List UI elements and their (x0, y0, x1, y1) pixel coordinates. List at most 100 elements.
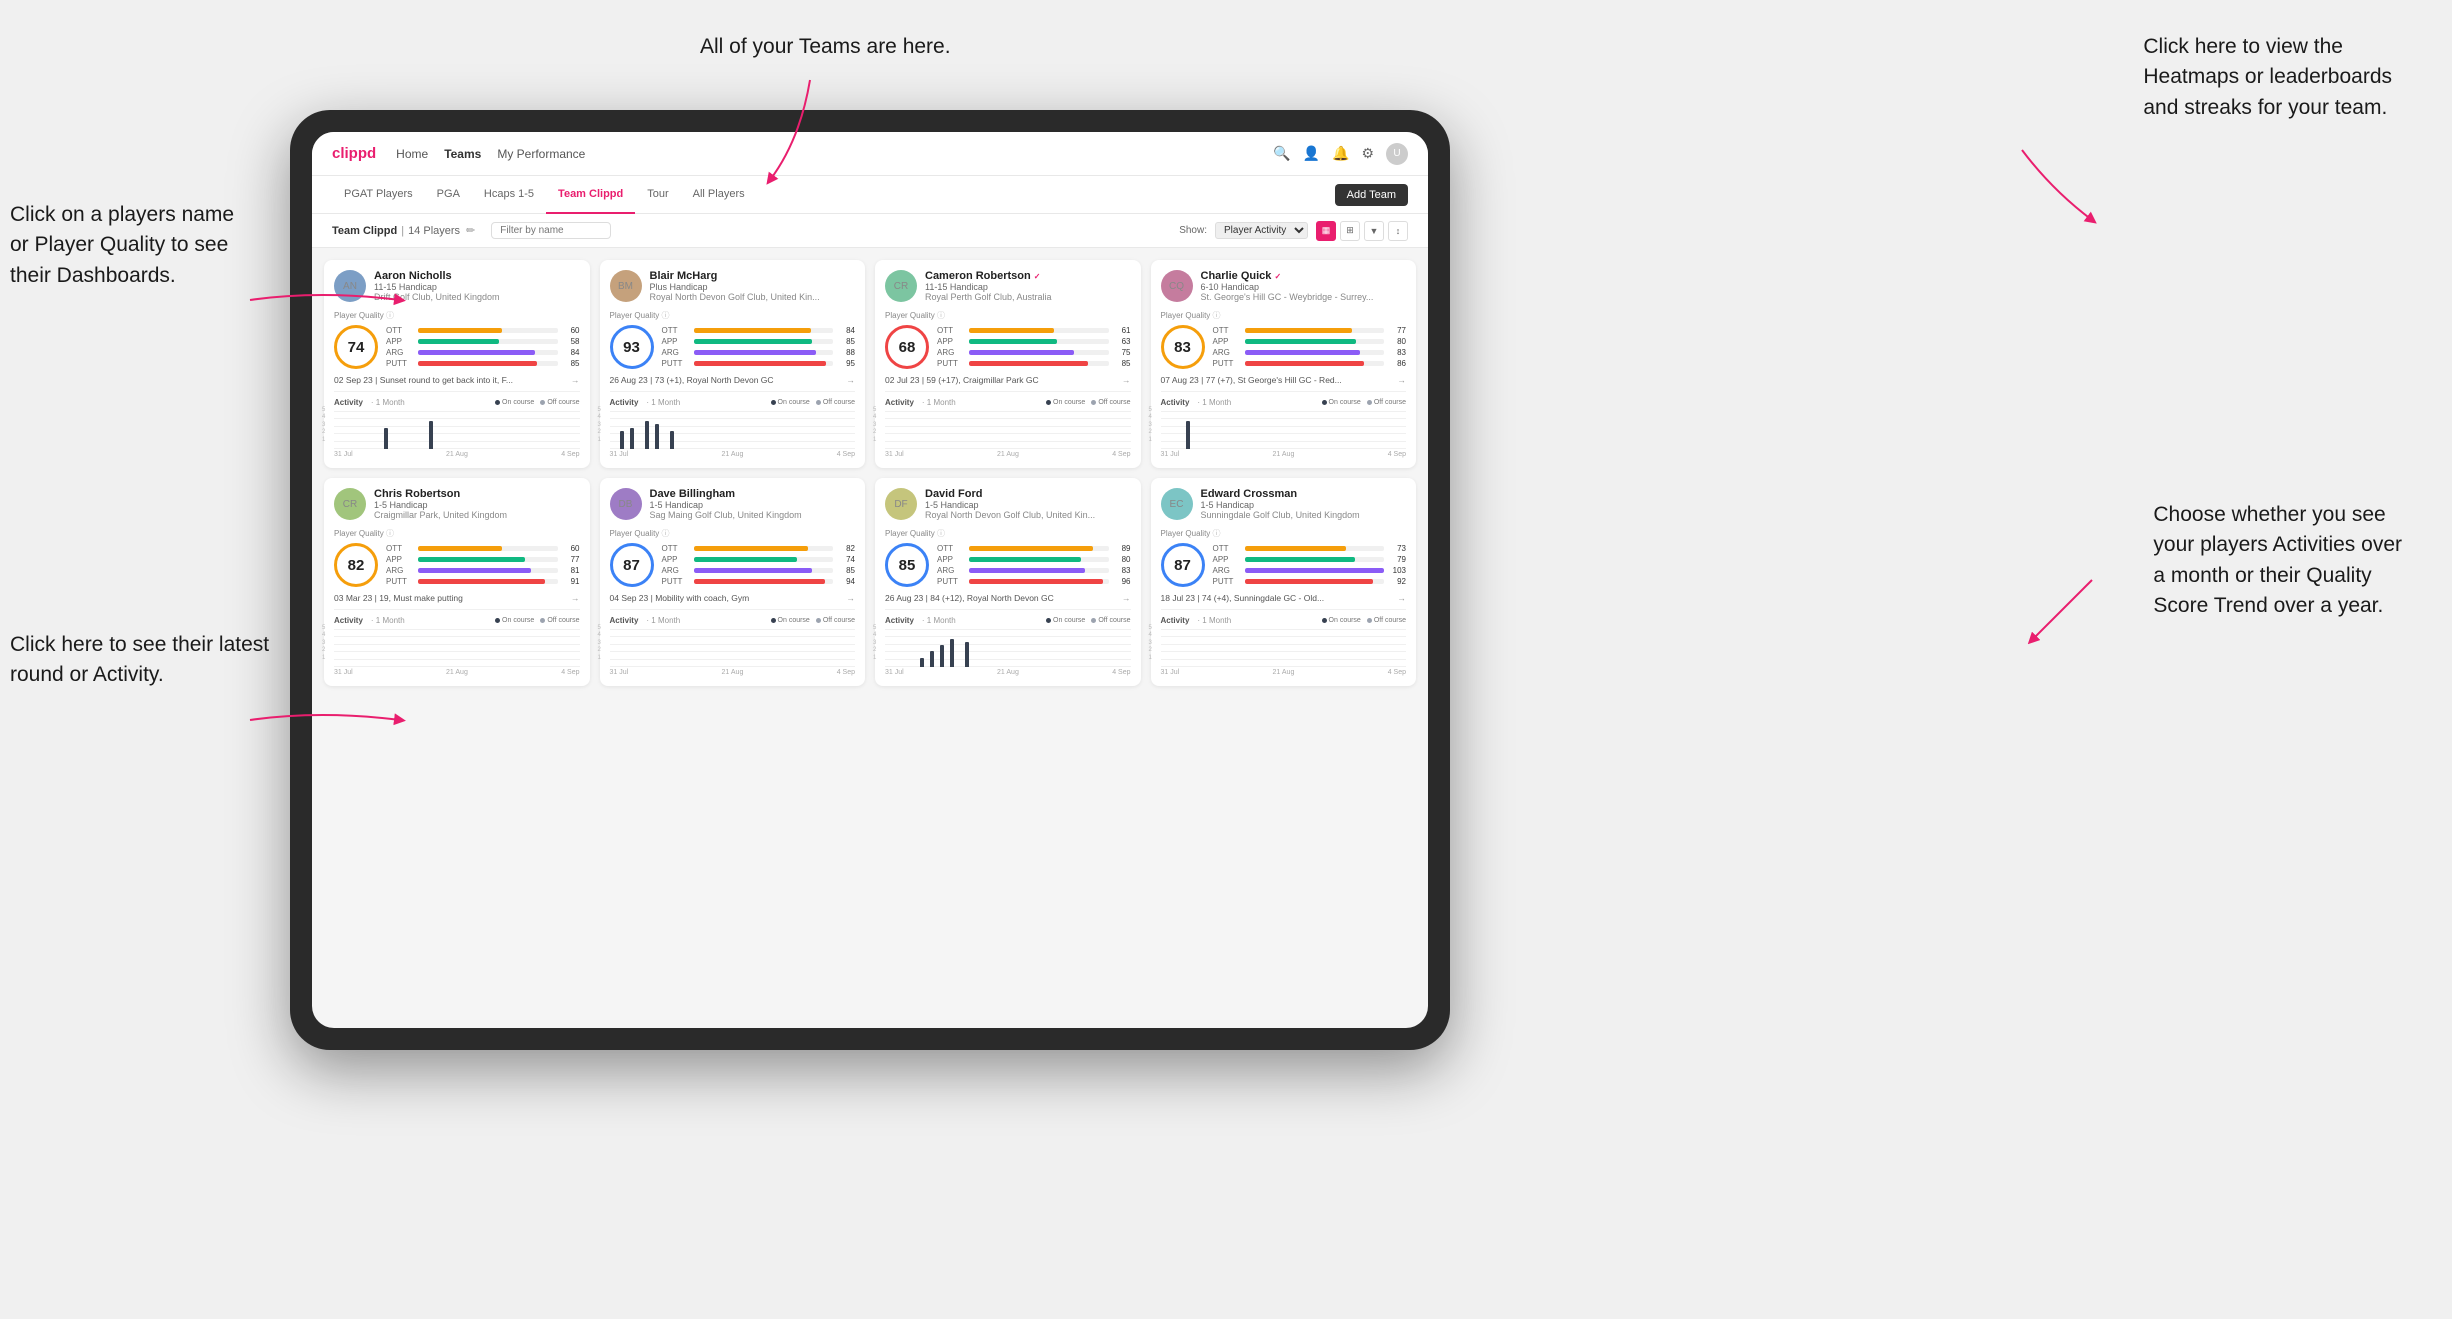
quality-circle[interactable]: 87 (1161, 543, 1205, 587)
player-card[interactable]: DF David Ford 1-5 Handicap Royal North D… (875, 478, 1141, 686)
search-icon[interactable]: 🔍 (1273, 145, 1290, 162)
round-arrow-icon: → (571, 375, 580, 385)
on-course-dot (1046, 618, 1051, 623)
stat-value: 89 (1113, 544, 1131, 553)
stat-label: PUTT (937, 359, 965, 368)
player-card[interactable]: CQ Charlie Quick ✓ 6-10 Handicap St. Geo… (1151, 260, 1417, 468)
player-name[interactable]: Charlie Quick ✓ (1201, 270, 1407, 282)
player-card[interactable]: DB Dave Billingham 1-5 Handicap Sag Main… (600, 478, 866, 686)
gridline-1 (885, 441, 1131, 442)
player-card[interactable]: CR Cameron Robertson ✓ 11-15 Handicap Ro… (875, 260, 1141, 468)
round-arrow-icon: → (1398, 593, 1407, 603)
player-card[interactable]: CR Chris Robertson 1-5 Handicap Craigmil… (324, 478, 590, 686)
team-header-show: Show: Player Activity ▦ ⊞ ▼ ↕ (1179, 221, 1408, 241)
stats-grid: OTT 77 APP 80 (1213, 326, 1407, 368)
stat-bar (418, 579, 545, 584)
player-name[interactable]: David Ford (925, 488, 1131, 500)
stat-bar-container (418, 350, 558, 355)
quality-circle[interactable]: 87 (610, 543, 654, 587)
gridline-1 (1161, 659, 1407, 660)
bell-icon[interactable]: 🔔 (1332, 145, 1349, 162)
tab-team-clippd[interactable]: Team Clippd (546, 176, 635, 214)
gridline-4 (610, 636, 856, 637)
player-name[interactable]: Edward Crossman (1201, 488, 1407, 500)
settings-icon[interactable]: ⚙ (1361, 145, 1374, 162)
chart-bars (610, 421, 856, 449)
on-course-dot (495, 618, 500, 623)
stat-bar-container (1245, 568, 1385, 573)
player-name[interactable]: Blair McHarg (650, 270, 856, 282)
gridline-2 (610, 651, 856, 652)
list-view-button[interactable]: ⊞ (1340, 221, 1360, 241)
quality-circle[interactable]: 82 (334, 543, 378, 587)
profile-icon[interactable]: 👤 (1303, 145, 1320, 162)
avatar[interactable]: U (1386, 143, 1408, 165)
player-club: Sunningdale Golf Club, United Kingdom (1201, 510, 1407, 520)
stats-grid: OTT 60 APP 77 (386, 544, 580, 586)
latest-round[interactable]: 02 Jul 23 | 59 (+17), Craigmillar Park G… (885, 375, 1131, 385)
player-name[interactable]: Dave Billingham (650, 488, 856, 500)
team-search-input[interactable] (491, 222, 611, 239)
tab-pga[interactable]: PGA (425, 176, 472, 214)
nav-teams[interactable]: Teams (444, 143, 481, 165)
gridline-5 (1161, 629, 1407, 630)
stat-bar-container (418, 568, 558, 573)
gridline-2 (885, 433, 1131, 434)
mini-chart (885, 411, 1131, 461)
grid-view-button[interactable]: ▦ (1316, 221, 1336, 241)
player-card[interactable]: EC Edward Crossman 1-5 Handicap Sunningd… (1151, 478, 1417, 686)
stat-bar-container (694, 361, 834, 366)
quality-circle[interactable]: 68 (885, 325, 929, 369)
gridline-4 (334, 418, 580, 419)
quality-label-text: Player Quality ⓘ (610, 310, 856, 321)
teams-arrow (660, 60, 860, 260)
round-arrow-icon: → (571, 593, 580, 603)
gridline-3 (1161, 644, 1407, 645)
latest-round[interactable]: 02 Sep 23 | Sunset round to get back int… (334, 375, 580, 385)
show-select[interactable]: Player Activity (1215, 222, 1308, 239)
mini-chart (334, 411, 580, 461)
add-team-button[interactable]: Add Team (1335, 184, 1408, 206)
off-course-label: Off course (823, 399, 855, 406)
stat-label: ARG (386, 566, 414, 575)
activity-header: Activity · 1 Month On course Off course (885, 616, 1131, 625)
latest-round[interactable]: 18 Jul 23 | 74 (+4), Sunningdale GC - Ol… (1161, 593, 1407, 603)
player-handicap: 1-5 Handicap (650, 500, 856, 510)
tab-hcaps[interactable]: Hcaps 1-5 (472, 176, 546, 214)
player-info: Blair McHarg Plus Handicap Royal North D… (650, 270, 856, 302)
quality-circle[interactable]: 85 (885, 543, 929, 587)
stat-row: PUTT 91 (386, 577, 580, 586)
gridline-3 (885, 426, 1131, 427)
on-course-dot (1322, 618, 1327, 623)
stat-label: APP (386, 555, 414, 564)
off-course-label: Off course (1374, 617, 1406, 624)
latest-round[interactable]: 07 Aug 23 | 77 (+7), St George's Hill GC… (1161, 375, 1407, 385)
stat-row: APP 80 (937, 555, 1131, 564)
player-card[interactable]: BM Blair McHarg Plus Handicap Royal Nort… (600, 260, 866, 468)
stat-label: ARG (937, 566, 965, 575)
off-course-label: Off course (1098, 617, 1130, 624)
stat-bar-container (969, 339, 1109, 344)
nav-home[interactable]: Home (396, 143, 428, 165)
latest-round[interactable]: 26 Aug 23 | 73 (+1), Royal North Devon G… (610, 375, 856, 385)
chart-gridlines (610, 629, 856, 667)
team-edit-icon[interactable]: ✏ (466, 224, 475, 237)
latest-round[interactable]: 04 Sep 23 | Mobility with coach, Gym → (610, 593, 856, 603)
player-name[interactable]: Chris Robertson (374, 488, 580, 500)
nav-my-performance[interactable]: My Performance (497, 143, 585, 165)
stat-bar (969, 557, 1081, 562)
sort-button[interactable]: ↕ (1388, 221, 1408, 241)
quality-circle[interactable]: 83 (1161, 325, 1205, 369)
tab-pgat-players[interactable]: PGAT Players (332, 176, 425, 214)
chart-gridlines (1161, 629, 1407, 667)
stat-label: ARG (662, 348, 690, 357)
stat-label: PUTT (662, 577, 690, 586)
latest-round[interactable]: 26 Aug 23 | 84 (+12), Royal North Devon … (885, 593, 1131, 603)
stats-grid: OTT 73 APP 79 (1213, 544, 1407, 586)
gridline-5 (885, 629, 1131, 630)
latest-round[interactable]: 03 Mar 23 | 19, Must make putting → (334, 593, 580, 603)
player-name[interactable]: Cameron Robertson ✓ (925, 270, 1131, 282)
quality-circle[interactable]: 93 (610, 325, 654, 369)
filter-button[interactable]: ▼ (1364, 221, 1384, 241)
stat-value: 77 (562, 555, 580, 564)
